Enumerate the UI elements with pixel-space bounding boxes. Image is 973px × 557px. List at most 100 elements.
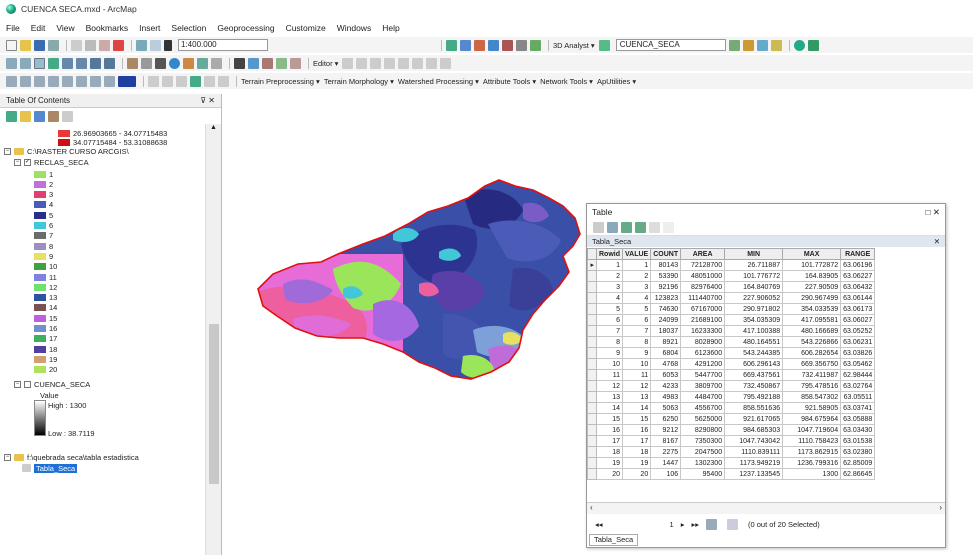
undo-icon[interactable]	[136, 39, 147, 51]
table-cell[interactable]: 290.967499	[782, 292, 842, 304]
table-cell[interactable]: 1047.719604	[782, 424, 842, 436]
row-selector[interactable]	[587, 281, 597, 293]
table-cell[interactable]: 14	[621, 402, 652, 414]
show-selected-records-icon[interactable]	[727, 518, 738, 530]
table-cell[interactable]: 63.06231	[840, 336, 876, 348]
table-cell[interactable]: 227.90509	[782, 281, 842, 293]
menu-edit[interactable]: Edit	[31, 23, 46, 33]
table-cell[interactable]: 12	[596, 380, 623, 392]
table-cell[interactable]: 11	[621, 369, 652, 381]
3d-tool-icon[interactable]	[742, 39, 754, 51]
list-by-visibility-icon[interactable]	[34, 110, 45, 122]
table-cell[interactable]: 17	[621, 435, 652, 447]
archydro-menu-1[interactable]: Terrain Morphology ▾	[324, 77, 394, 86]
forward-extent-icon[interactable]	[104, 57, 115, 69]
column-header[interactable]: VALUE	[621, 248, 652, 260]
draw-tool-icon[interactable]	[162, 75, 173, 87]
table-cell[interactable]: 8290800	[680, 424, 726, 436]
table-cell[interactable]: 62.98444	[840, 369, 876, 381]
table-cell[interactable]: 354.033539	[782, 303, 842, 315]
table-cell[interactable]: 63.05252	[840, 325, 876, 337]
table-cell[interactable]: 20	[621, 468, 652, 480]
row-selector[interactable]	[587, 424, 597, 436]
table-horizontal-scrollbar[interactable]: ‹ ›	[587, 502, 945, 514]
table-cell[interactable]: 63.01538	[840, 435, 876, 447]
table-cell[interactable]: 732.450867	[724, 380, 784, 392]
table-cell[interactable]: 14	[596, 402, 623, 414]
table-cell[interactable]: 8167	[650, 435, 682, 447]
row-selector[interactable]	[587, 457, 597, 469]
layout-tool-icon[interactable]	[62, 75, 73, 87]
delete-icon[interactable]	[113, 39, 124, 51]
table-cell[interactable]: 21689100	[680, 314, 726, 326]
table-row[interactable]: 3 3 92196 82976400 164.840769 227.90509 63.064…	[587, 281, 876, 293]
table-cell[interactable]: 13	[596, 391, 623, 403]
zoom-out-icon[interactable]	[20, 57, 31, 69]
archydro-menu-3[interactable]: Attribute Tools ▾	[483, 77, 536, 86]
table-cell[interactable]: 6250	[650, 413, 682, 425]
scroll-left-icon[interactable]: ‹	[590, 503, 593, 512]
editor-toolbar-icon[interactable]	[446, 39, 457, 51]
table-cell[interactable]: 82976400	[680, 281, 726, 293]
table-cell[interactable]: 18	[621, 446, 652, 458]
table-cell[interactable]: 101.776772	[724, 270, 784, 282]
table-cell[interactable]: 1110.839111	[724, 446, 784, 458]
back-extent-icon[interactable]	[90, 57, 101, 69]
table-cell[interactable]: 111440700	[680, 292, 726, 304]
table-cell[interactable]: 9	[621, 347, 652, 359]
table-cell[interactable]: 732.411987	[782, 369, 842, 381]
table-cell[interactable]: 858.547302	[782, 391, 842, 403]
table-cell[interactable]: 6	[621, 314, 652, 326]
row-selector[interactable]	[587, 391, 597, 403]
collapse-icon[interactable]: −	[14, 158, 21, 166]
table-cell[interactable]: 16	[621, 424, 652, 436]
table-cell[interactable]: 63.06196	[840, 259, 876, 271]
table-cell[interactable]: 9212	[650, 424, 682, 436]
fixed-zoom-out-icon[interactable]	[76, 57, 87, 69]
row-selector[interactable]	[587, 446, 597, 458]
layout-tool-icon[interactable]	[34, 75, 45, 87]
attribute-grid[interactable]: Rowid VALUE COUNT AREA MIN MAX RANGE ▸ 1 1 80143 7…	[587, 248, 945, 500]
table-row[interactable]: 14 14 5063 4556700 858.551636 921.58905 63.037…	[587, 402, 876, 414]
row-selector[interactable]	[587, 270, 597, 282]
row-selector[interactable]	[587, 435, 597, 447]
table-cell[interactable]: 4768	[650, 358, 682, 370]
table-cell[interactable]: 4484700	[680, 391, 726, 403]
row-selector[interactable]	[587, 325, 597, 337]
zoom-in-icon[interactable]	[6, 57, 17, 69]
table-icon[interactable]	[460, 39, 471, 51]
add-data-icon[interactable]	[164, 39, 172, 51]
python-icon[interactable]	[516, 39, 527, 51]
table-cell[interactable]: 67167000	[680, 303, 726, 315]
column-header[interactable]	[587, 248, 597, 260]
draw-tool-icon[interactable]	[218, 75, 229, 87]
save-icon[interactable]	[34, 39, 45, 51]
menu-file[interactable]: File	[6, 23, 20, 33]
redo-icon[interactable]	[150, 39, 161, 51]
edit-tool-icon[interactable]	[398, 57, 410, 69]
table-cell[interactable]: 48051000	[680, 270, 726, 282]
table-cell[interactable]: 858.551636	[724, 402, 784, 414]
table-cell[interactable]: 5	[596, 303, 623, 315]
table-cell[interactable]: 4	[596, 292, 623, 304]
row-selector[interactable]	[587, 358, 597, 370]
next-record-icon[interactable]: ▸	[681, 520, 685, 529]
table-cell[interactable]: 5447700	[680, 369, 726, 381]
table-cell[interactable]: 19	[596, 457, 623, 469]
table-row[interactable]: 12 12 4233 3809700 732.450867 795.478516 63.02…	[587, 380, 876, 392]
table-cell[interactable]: 921.58905	[782, 402, 842, 414]
row-selector[interactable]	[587, 468, 597, 480]
table-cell[interactable]: 20	[596, 468, 623, 480]
archydro-menu-2[interactable]: Watershed Processing ▾	[398, 77, 479, 86]
editor-dropdown[interactable]: Editor ▾	[313, 59, 338, 68]
table-row[interactable]: 13 13 4983 4484700 795.492188 858.547302 63.05…	[587, 391, 876, 403]
toc-layer-reclas[interactable]: − ✓ RECLAS_SECA	[14, 157, 89, 167]
table-cell[interactable]: 4291200	[680, 358, 726, 370]
edit-tool-icon[interactable]	[426, 57, 438, 69]
table-cell[interactable]: 17	[596, 435, 623, 447]
table-cell[interactable]: 354.035309	[724, 314, 784, 326]
table-cell[interactable]: 1173.949219	[724, 457, 784, 469]
table-row[interactable]: 8 8 8921 8028900 480.164551 543.226866 63.0623…	[587, 336, 876, 348]
clear-selection-icon[interactable]	[141, 57, 152, 69]
new-document-icon[interactable]	[6, 39, 17, 51]
